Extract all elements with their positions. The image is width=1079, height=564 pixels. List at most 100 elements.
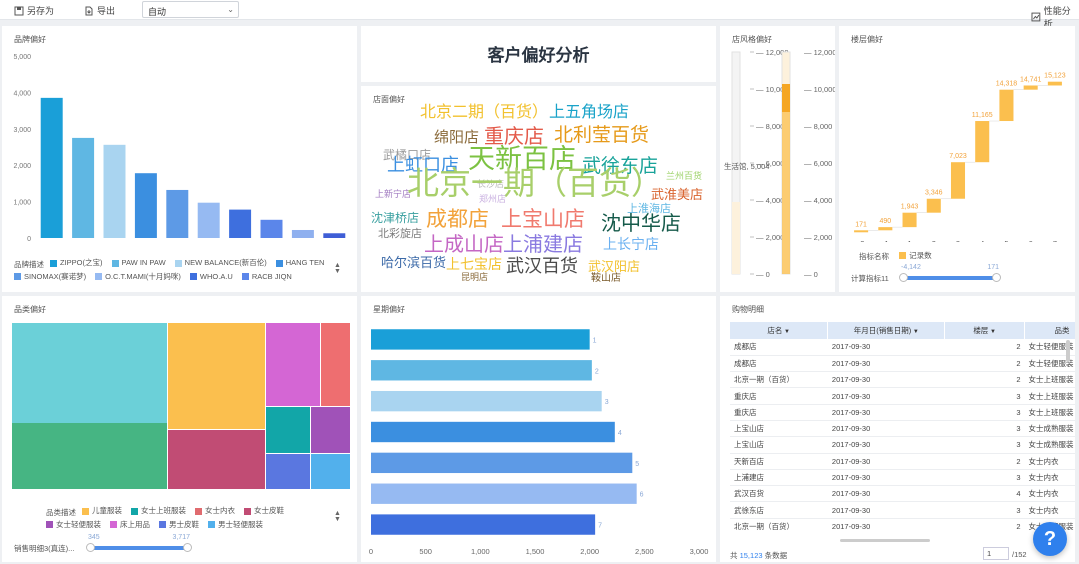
treemap-cell[interactable]: [321, 323, 350, 406]
table-row[interactable]: 武汉百货 2017-09-30 4 女士内衣: [730, 485, 1075, 503]
word-cloud-term[interactable]: 哈尔滨百货: [381, 257, 446, 270]
word-cloud-term[interactable]: 昆明店: [461, 274, 488, 283]
sort-dropdown-icon[interactable]: ▼: [911, 329, 919, 335]
slider-max-handle[interactable]: [992, 273, 1001, 282]
treemap-cell[interactable]: [168, 430, 265, 489]
legend-item[interactable]: RACB JIQN: [241, 271, 292, 283]
word-cloud-term[interactable]: 上宝山店: [501, 209, 585, 230]
legend-item[interactable]: PAW IN PAW: [111, 257, 166, 269]
category-range-slider[interactable]: 345 3,717: [86, 534, 192, 555]
legend-item[interactable]: 儿童服装: [82, 505, 122, 517]
word-cloud-term[interactable]: 兰州百货: [666, 173, 702, 182]
waterfall-bar: [878, 227, 893, 231]
table-h-scrollbar[interactable]: [840, 539, 930, 542]
legend-item[interactable]: HANG TEN: [275, 257, 324, 269]
legend-item[interactable]: SINOMAX(赛诺梦): [14, 271, 86, 283]
word-cloud-term[interactable]: 重庆店: [484, 126, 544, 146]
word-cloud-term[interactable]: 郑州店: [479, 196, 506, 205]
table-row[interactable]: 天新百店 2017-09-30 2 女士内衣: [730, 453, 1075, 470]
slider-fill: [91, 546, 187, 550]
word-cloud-term[interactable]: 沈中华店: [601, 213, 681, 233]
column-header[interactable]: 楼层 ▼: [944, 322, 1026, 339]
auto-select[interactable]: 自动 ⌄: [142, 1, 239, 18]
treemap-cell[interactable]: [266, 323, 320, 406]
treemap-cell[interactable]: [266, 454, 310, 489]
slider-max-handle[interactable]: [183, 543, 192, 552]
treemap-cell[interactable]: [168, 323, 265, 429]
word-cloud-term[interactable]: 北彩旋店: [378, 228, 422, 239]
legend-item[interactable]: NEW BALANCE(新百伦): [174, 257, 267, 269]
floor-range-slider[interactable]: -4,142 171: [899, 264, 1001, 285]
legend-item[interactable]: 女士内衣: [195, 505, 235, 517]
table-row[interactable]: 重庆店 2017-09-30 3 女士上班服装: [730, 404, 1075, 421]
table-cell: 2017-09-30: [827, 436, 945, 454]
category-preference-card: 品类偏好 品类描述 儿童服装 女士上班服装 女士内衣 女士皮鞋 女士轻便服装 床上用品 男士皮…: [2, 296, 357, 562]
legend-item[interactable]: 床上用品: [110, 519, 150, 531]
table-row[interactable]: 北京一期（百货）2017-09-302女士上班服装: [730, 518, 1075, 534]
word-cloud-term[interactable]: 鞍山店: [591, 274, 621, 284]
legend-item[interactable]: 女士轻便服装: [46, 519, 101, 531]
word-cloud-term[interactable]: 北利莹百货: [554, 126, 649, 145]
table-cell: 2017-09-30: [827, 420, 945, 438]
word-cloud-term[interactable]: 上浦建店: [503, 234, 583, 254]
data-label: 1: [593, 337, 597, 344]
table-row[interactable]: 上宝山店 2017-09-30 3 女士成熟服装: [730, 436, 1075, 454]
treemap-cell[interactable]: [311, 454, 350, 489]
treemap-cell[interactable]: [266, 407, 310, 453]
word-cloud-term[interactable]: 北京二期（百货）: [420, 104, 548, 120]
waterfall-bar: [854, 230, 869, 233]
legend-label: 儿童服装: [92, 506, 122, 515]
save-as-button[interactable]: 另存为: [14, 4, 54, 17]
word-cloud-term[interactable]: 沈津桥店: [371, 212, 419, 224]
slider-min-handle[interactable]: [86, 543, 95, 552]
detail-table: 店名 ▼ 年月日(销售日期) ▼ 楼层 ▼ 品类 成都店 2017-09-30 2 女士轻便…: [730, 322, 1075, 534]
word-cloud-term[interactable]: 北京一期（百货）: [407, 167, 663, 199]
table-row[interactable]: 上浦建店 2017-09-30 3 女士内衣: [730, 469, 1075, 487]
table-row[interactable]: 成都店 2017-09-30 2 女士轻便服装: [730, 339, 1075, 356]
sort-dropdown-icon[interactable]: ▼: [988, 329, 996, 335]
waterfall-bar: [950, 162, 966, 199]
word-cloud-term[interactable]: 武淮美店: [651, 189, 703, 202]
legend-item[interactable]: 女士上班服装: [131, 505, 186, 517]
word-cloud-term[interactable]: 上七宝店: [446, 258, 502, 272]
column-header[interactable]: 店名 ▼: [730, 322, 829, 339]
category-treemap: [12, 323, 350, 489]
weekday-preference-card: 星期偏好 1 2 3 4 5 6 7 0 500 1,000 1,500 2,000 2,500 3,00…: [361, 296, 716, 562]
table-row[interactable]: 北京一期（百货）2017-09-302女士上班服装: [730, 371, 1075, 389]
word-cloud-term[interactable]: 上长宁店: [603, 238, 659, 252]
table-row[interactable]: 重庆店 2017-09-30 3 女士上班服装: [730, 387, 1075, 405]
word-cloud-term[interactable]: 武汉百货: [506, 258, 578, 276]
treemap-cell[interactable]: [311, 407, 350, 453]
legend-item[interactable]: 女士皮鞋: [244, 505, 284, 517]
table-row[interactable]: 武徐东店 2017-09-30 3 女士内衣: [730, 501, 1075, 519]
word-cloud-term[interactable]: 上五角场店: [549, 104, 629, 120]
legend-item[interactable]: O.C.T.MAMI(十月妈咪): [95, 271, 181, 283]
table-cell: 女士内衣: [1024, 501, 1075, 519]
legend-item[interactable]: 男士轻便服装: [208, 519, 263, 531]
legend-item[interactable]: WHO.A.U: [189, 271, 233, 283]
help-button[interactable]: ?: [1033, 522, 1067, 556]
treemap-cell[interactable]: [12, 423, 167, 489]
table-cell: 2017-09-30: [827, 469, 945, 487]
x-tick-label: 2,000: [580, 547, 599, 556]
slider-min-handle[interactable]: [899, 273, 908, 282]
table-row[interactable]: 上宝山店 2017-09-30 3 女士成熟服装: [730, 420, 1075, 438]
legend-scroll-icon[interactable]: ▲ ▼: [334, 262, 341, 275]
column-header[interactable]: 年月日(销售日期) ▼: [827, 322, 946, 339]
word-cloud-term[interactable]: 绵阳店: [434, 130, 479, 145]
column-header[interactable]: 品类: [1024, 322, 1075, 339]
treemap-cell[interactable]: [12, 323, 167, 423]
table-row[interactable]: 成都店 2017-09-30 2 女士轻便服装: [730, 355, 1075, 373]
sort-dropdown-icon[interactable]: ▼: [782, 329, 790, 335]
legend-scroll-icon[interactable]: ▲ ▼: [334, 510, 341, 523]
page-total: /152: [1012, 550, 1027, 559]
page-number-input[interactable]: 1: [983, 547, 1009, 560]
word-cloud-term[interactable]: 成都店: [426, 209, 489, 230]
table-scrollbar[interactable]: [1066, 340, 1070, 362]
legend-item[interactable]: ZIPPO(之宝): [50, 257, 103, 269]
export-button[interactable]: 导出: [84, 4, 115, 17]
word-cloud-term[interactable]: 上新宁店: [375, 191, 411, 200]
word-cloud-term[interactable]: 上成山店: [424, 234, 504, 254]
waterfall-bar: [926, 198, 941, 213]
legend-item[interactable]: 男士皮鞋: [159, 519, 199, 531]
